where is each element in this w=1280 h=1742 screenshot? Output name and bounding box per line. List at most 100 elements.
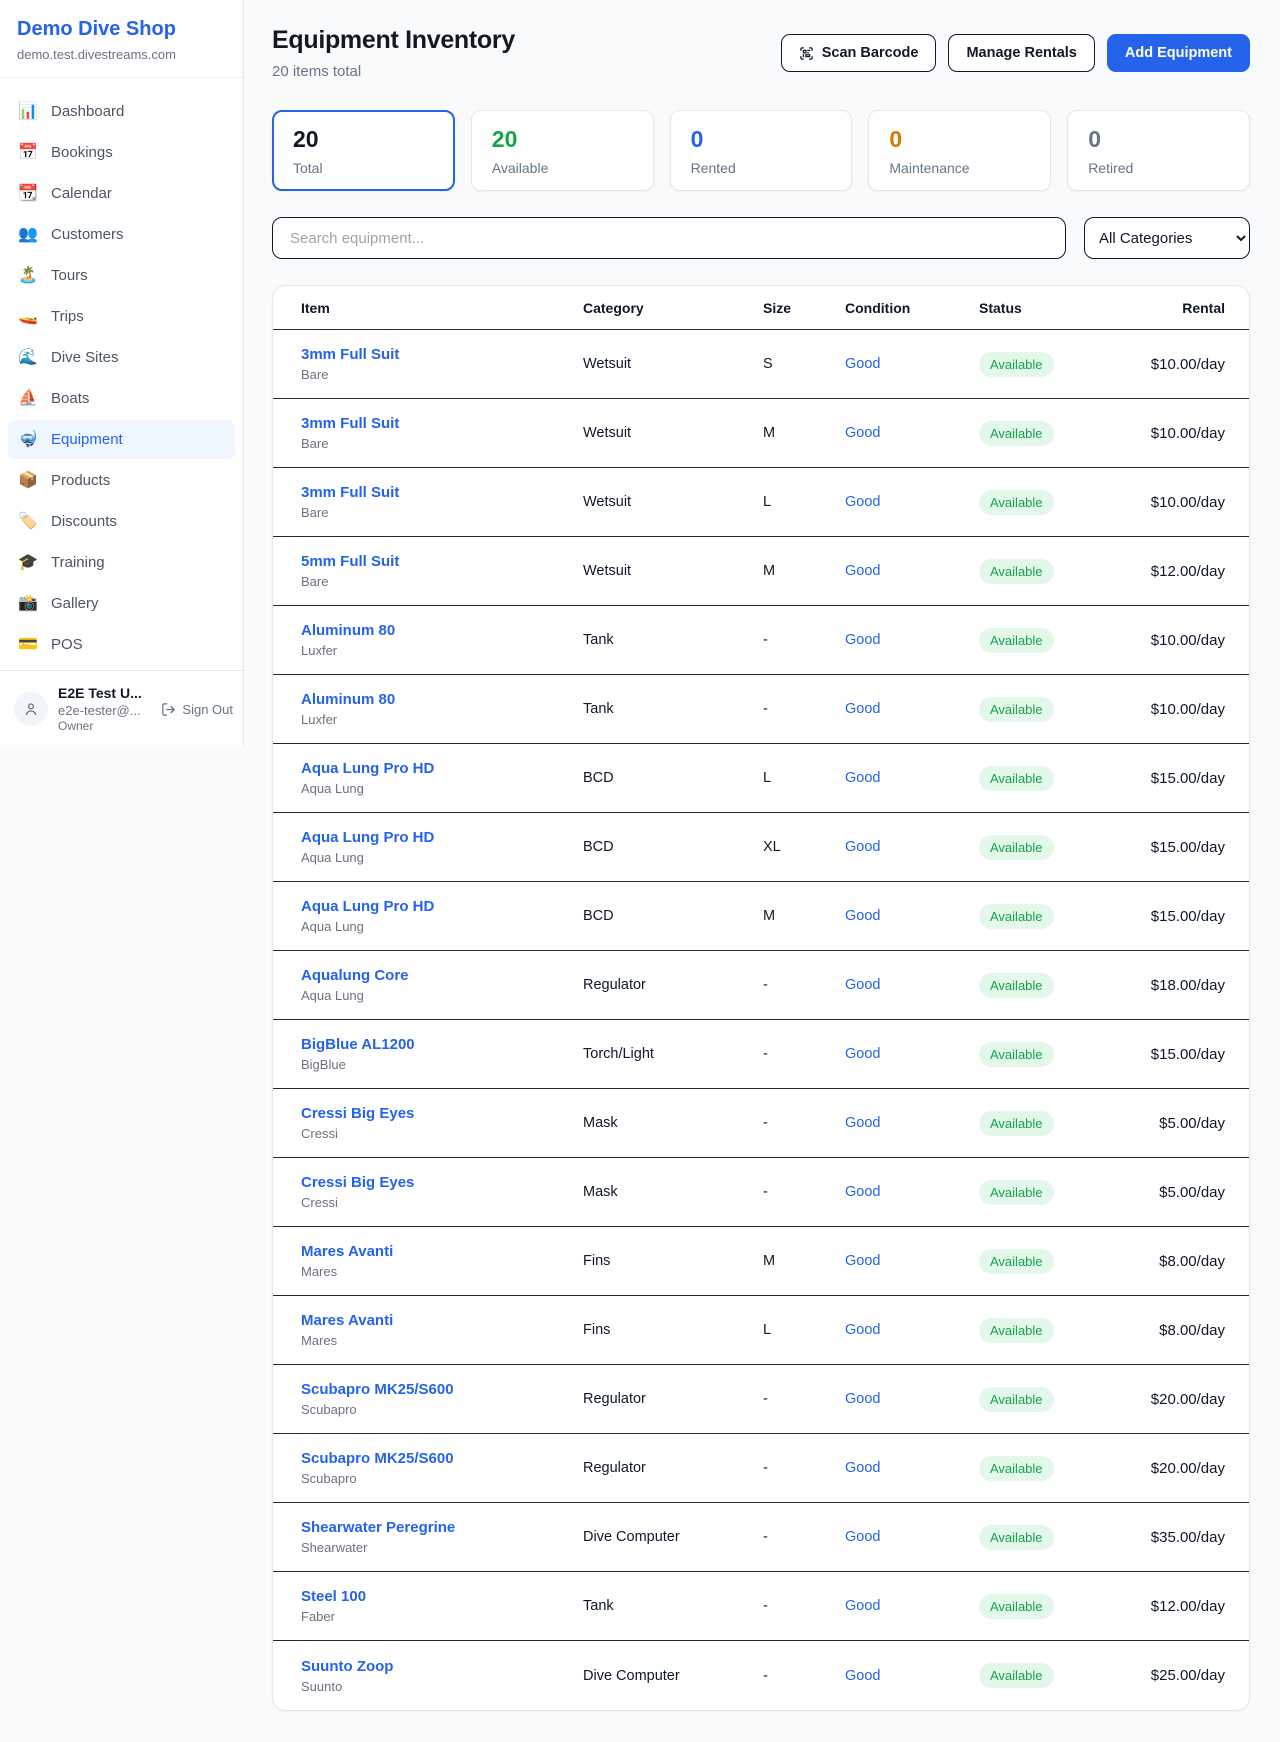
item-name-link[interactable]: Aqua Lung Pro HD [301,829,583,846]
manage-rentals-button[interactable]: Manage Rentals [948,34,1094,72]
sidebar-item-equipment[interactable]: 🤿Equipment [8,420,235,459]
item-name-link[interactable]: BigBlue AL1200 [301,1036,583,1053]
item-name-link[interactable]: Aqua Lung Pro HD [301,898,583,915]
size-cell: - [763,977,845,993]
table-row: Cressi Big EyesCressiMask-GoodAvailable$… [273,1158,1249,1227]
condition-link[interactable]: Good [845,1184,979,1200]
scan-barcode-button[interactable]: Scan Barcode [781,34,937,72]
condition-link[interactable]: Good [845,1668,979,1684]
status-cell: Available [979,490,1105,515]
condition-link[interactable]: Good [845,632,979,648]
item-name-link[interactable]: Aluminum 80 [301,622,583,639]
status-badge: Available [979,559,1054,584]
item-name-link[interactable]: Mares Avanti [301,1243,583,1260]
condition-link[interactable]: Good [845,839,979,855]
size-cell: L [763,1322,845,1338]
rental-rate: $15.00/day [1105,1046,1225,1063]
condition-link[interactable]: Good [845,494,979,510]
sidebar-item-gallery[interactable]: 📸Gallery [8,584,235,623]
item-name-link[interactable]: 5mm Full Suit [301,553,583,570]
item-name-link[interactable]: Aqualung Core [301,967,583,984]
item-brand: Luxfer [301,643,583,658]
sidebar-item-boats[interactable]: ⛵Boats [8,379,235,418]
stat-card-retired[interactable]: 0Retired [1067,110,1250,191]
sidebar-item-pos[interactable]: 💳POS [8,625,235,664]
item-name-link[interactable]: Steel 100 [301,1588,583,1605]
item-name-link[interactable]: 3mm Full Suit [301,346,583,363]
condition-link[interactable]: Good [845,977,979,993]
table-body: 3mm Full SuitBareWetsuitSGoodAvailable$1… [273,330,1249,1710]
sidebar-item-products[interactable]: 📦Products [8,461,235,500]
sidebar-item-trips[interactable]: 🚤Trips [8,297,235,336]
training-grad-cap-icon: 🎓 [18,555,38,571]
status-badge: Available [979,421,1054,446]
condition-link[interactable]: Good [845,908,979,924]
main-content: Equipment Inventory 20 items total Scan … [244,0,1280,1727]
item-name-link[interactable]: Aqua Lung Pro HD [301,760,583,777]
condition-link[interactable]: Good [845,1529,979,1545]
item-name-link[interactable]: Cressi Big Eyes [301,1105,583,1122]
sidebar-item-dive-sites[interactable]: 🌊Dive Sites [8,338,235,377]
app-root: Demo Dive Shop demo.test.divestreams.com… [0,0,1280,1727]
status-cell: Available [979,835,1105,860]
item-brand: Shearwater [301,1540,583,1555]
bookings-calendar-icon: 📅 [18,145,38,161]
stat-card-available[interactable]: 20Available [471,110,654,191]
condition-link[interactable]: Good [845,356,979,372]
item-name-link[interactable]: Suunto Zoop [301,1658,583,1675]
condition-link[interactable]: Good [845,425,979,441]
item-cell: Steel 100Faber [301,1588,583,1624]
condition-link[interactable]: Good [845,1322,979,1338]
sidebar-item-dashboard[interactable]: 📊Dashboard [8,92,235,131]
status-cell: Available [979,1663,1105,1688]
item-cell: Cressi Big EyesCressi [301,1105,583,1141]
condition-link[interactable]: Good [845,1253,979,1269]
condition-link[interactable]: Good [845,1598,979,1614]
item-name-link[interactable]: Scubapro MK25/S600 [301,1450,583,1467]
status-cell: Available [979,1042,1105,1067]
sidebar-item-customers[interactable]: 👥Customers [8,215,235,254]
stat-card-rented[interactable]: 0Rented [670,110,853,191]
item-name-link[interactable]: 3mm Full Suit [301,484,583,501]
condition-link[interactable]: Good [845,1046,979,1062]
size-cell: - [763,1184,845,1200]
sign-out-button[interactable]: Sign Out [161,702,233,717]
table-row: Aqua Lung Pro HDAqua LungBCDMGoodAvailab… [273,882,1249,951]
stat-card-total[interactable]: 20Total [272,110,455,191]
rental-rate: $10.00/day [1105,356,1225,373]
pos-credit-card-icon: 💳 [18,637,38,653]
condition-link[interactable]: Good [845,701,979,717]
sidebar-item-bookings[interactable]: 📅Bookings [8,133,235,172]
item-name-link[interactable]: Scubapro MK25/S600 [301,1381,583,1398]
item-brand: Aqua Lung [301,850,583,865]
sidebar-item-calendar[interactable]: 📆Calendar [8,174,235,213]
search-input[interactable] [272,217,1066,259]
size-cell: L [763,770,845,786]
item-name-link[interactable]: Shearwater Peregrine [301,1519,583,1536]
item-name-link[interactable]: 3mm Full Suit [301,415,583,432]
status-badge: Available [979,697,1054,722]
size-cell: XL [763,839,845,855]
condition-link[interactable]: Good [845,1460,979,1476]
condition-link[interactable]: Good [845,1391,979,1407]
category-cell: Fins [583,1322,763,1338]
item-name-link[interactable]: Aluminum 80 [301,691,583,708]
item-name-link[interactable]: Cressi Big Eyes [301,1174,583,1191]
status-badge: Available [979,1663,1054,1688]
status-badge: Available [979,1042,1054,1067]
condition-link[interactable]: Good [845,563,979,579]
category-cell: Torch/Light [583,1046,763,1062]
condition-link[interactable]: Good [845,770,979,786]
sidebar-item-discounts[interactable]: 🏷️Discounts [8,502,235,541]
item-cell: Aqualung CoreAqua Lung [301,967,583,1003]
item-brand: Scubapro [301,1402,583,1417]
add-equipment-button[interactable]: Add Equipment [1107,34,1250,72]
stat-card-maintenance[interactable]: 0Maintenance [868,110,1051,191]
condition-link[interactable]: Good [845,1115,979,1131]
sidebar-item-training[interactable]: 🎓Training [8,543,235,582]
boats-sailboat-icon: ⛵ [18,391,38,407]
category-cell: Tank [583,1598,763,1614]
sidebar-item-tours[interactable]: 🏝️Tours [8,256,235,295]
category-filter-select[interactable]: All Categories [1084,217,1250,259]
item-name-link[interactable]: Mares Avanti [301,1312,583,1329]
